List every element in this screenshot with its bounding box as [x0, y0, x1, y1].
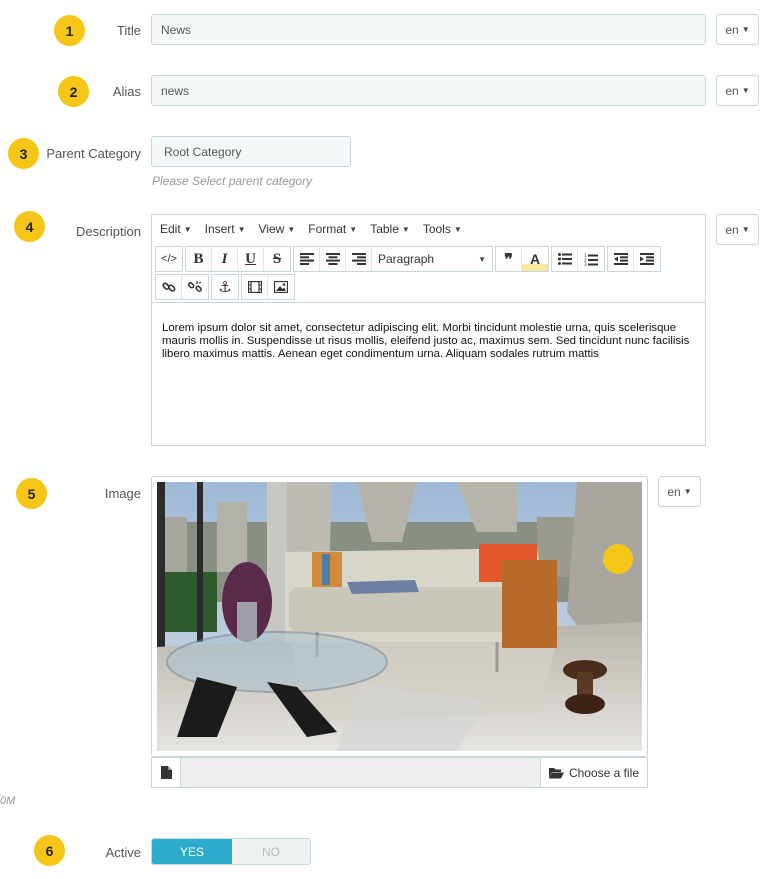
parent-category-select[interactable]: Root Category	[151, 136, 351, 167]
numbered-list-icon[interactable]: 123	[578, 247, 604, 271]
menu-tools-label: Tools	[422, 222, 451, 236]
anchor-icon[interactable]: ⚓	[212, 275, 238, 299]
title-label: Title	[116, 23, 141, 38]
chevron-down-icon: ▼	[401, 224, 410, 234]
alias-lang-dropdown[interactable]: en ▼	[716, 75, 759, 106]
chevron-down-icon: ▼	[237, 224, 246, 234]
menu-insert[interactable]: Insert ▼	[205, 222, 246, 236]
bold-icon[interactable]: B	[186, 247, 212, 271]
chevron-down-icon: ▼	[683, 487, 692, 496]
indent-icon[interactable]	[634, 247, 660, 271]
align-left-icon[interactable]	[294, 247, 320, 271]
choose-file-button[interactable]: Choose a file	[540, 758, 647, 787]
image-lang-value: en	[667, 484, 681, 499]
menu-insert-label: Insert	[204, 222, 235, 236]
step-badge-5: 5	[16, 478, 47, 509]
outdent-icon[interactable]	[608, 247, 634, 271]
block-format-select[interactable]: Paragraph ▼	[372, 247, 492, 271]
bullet-list-icon[interactable]	[552, 247, 578, 271]
alias-lang-value: en	[725, 83, 739, 98]
menu-table-label: Table	[370, 222, 399, 236]
menu-table[interactable]: Table ▼	[370, 222, 410, 236]
menu-view-label: View	[258, 222, 285, 236]
editor-toolbar-row-1: </> B I U S Paragraph ▼ ❞ A 1 2 3	[155, 246, 663, 272]
parent-category-hint: Please Select parent category	[152, 174, 313, 188]
text-color-icon[interactable]: A	[522, 247, 548, 271]
file-icon-box	[152, 758, 181, 787]
menu-format-label: Format	[308, 222, 347, 236]
title-lang-dropdown[interactable]: en ▼	[716, 14, 759, 45]
menu-tools[interactable]: Tools ▼	[423, 222, 462, 236]
description-lang-dropdown[interactable]: en ▼	[716, 214, 759, 245]
file-name-field[interactable]	[181, 758, 540, 787]
chevron-down-icon: ▼	[183, 224, 192, 234]
editor-divider	[152, 302, 705, 303]
file-upload-bar: Choose a file	[151, 757, 648, 788]
strikethrough-icon[interactable]: S	[264, 247, 290, 271]
title-input[interactable]: News	[151, 14, 706, 45]
rich-text-editor: Edit ▼ Insert ▼ View ▼ Format ▼ Table ▼ Tools…	[151, 214, 706, 446]
file-icon	[160, 766, 172, 779]
living-room-photo	[157, 482, 642, 751]
align-right-icon[interactable]	[346, 247, 372, 271]
image-label: Image	[104, 486, 141, 501]
source-code-icon[interactable]: </>	[156, 247, 182, 271]
active-label: Active	[105, 845, 141, 860]
chevron-down-icon: ▼	[741, 86, 750, 95]
block-format-value: Paragraph	[378, 252, 435, 266]
alias-input[interactable]: news	[151, 75, 706, 106]
active-toggle[interactable]: YES NO	[151, 838, 311, 865]
italic-icon[interactable]: I	[212, 247, 238, 271]
step-badge-3: 3	[8, 138, 39, 169]
chevron-down-icon: ▼	[453, 224, 462, 234]
active-yes-option[interactable]: YES	[152, 839, 232, 864]
insert-image-icon[interactable]	[268, 275, 294, 299]
unlink-icon[interactable]	[182, 275, 208, 299]
svg-text:3: 3	[584, 262, 587, 266]
description-label: Description	[75, 224, 141, 239]
video-icon[interactable]	[242, 275, 268, 299]
choose-file-label: Choose a file	[568, 765, 640, 780]
title-lang-value: en	[725, 22, 739, 37]
folder-open-icon	[548, 767, 564, 778]
menu-edit[interactable]: Edit ▼	[160, 222, 192, 236]
editor-content[interactable]: Lorem ipsum dolor sit amet, consectetur …	[162, 322, 695, 361]
yellow-marker	[603, 544, 633, 574]
chevron-down-icon: ▼	[349, 224, 358, 234]
active-no-option[interactable]: NO	[232, 839, 310, 864]
menu-edit-label: Edit	[160, 222, 181, 236]
menu-format[interactable]: Format ▼	[308, 222, 357, 236]
image-lang-dropdown[interactable]: en ▼	[658, 476, 701, 507]
chevron-down-icon: ▼	[741, 225, 750, 234]
alias-label: Alias	[112, 84, 141, 99]
underline-icon[interactable]: U	[238, 247, 264, 271]
menu-view[interactable]: View ▼	[259, 222, 296, 236]
link-icon[interactable]	[156, 275, 182, 299]
editor-toolbar-row-2: ⚓	[155, 274, 297, 300]
blockquote-icon[interactable]: ❞	[496, 247, 522, 271]
chevron-down-icon: ▼	[741, 25, 750, 34]
editor-menubar: Edit ▼ Insert ▼ View ▼ Format ▼ Table ▼ Tools…	[152, 215, 705, 243]
chevron-down-icon: ▼	[478, 254, 486, 264]
align-center-icon[interactable]	[320, 247, 346, 271]
image-preview	[151, 476, 648, 757]
parent-category-label: Parent Category	[46, 146, 141, 161]
description-lang-value: en	[725, 222, 739, 237]
stray-text: 0M	[0, 795, 16, 807]
chevron-down-icon: ▼	[287, 224, 296, 234]
